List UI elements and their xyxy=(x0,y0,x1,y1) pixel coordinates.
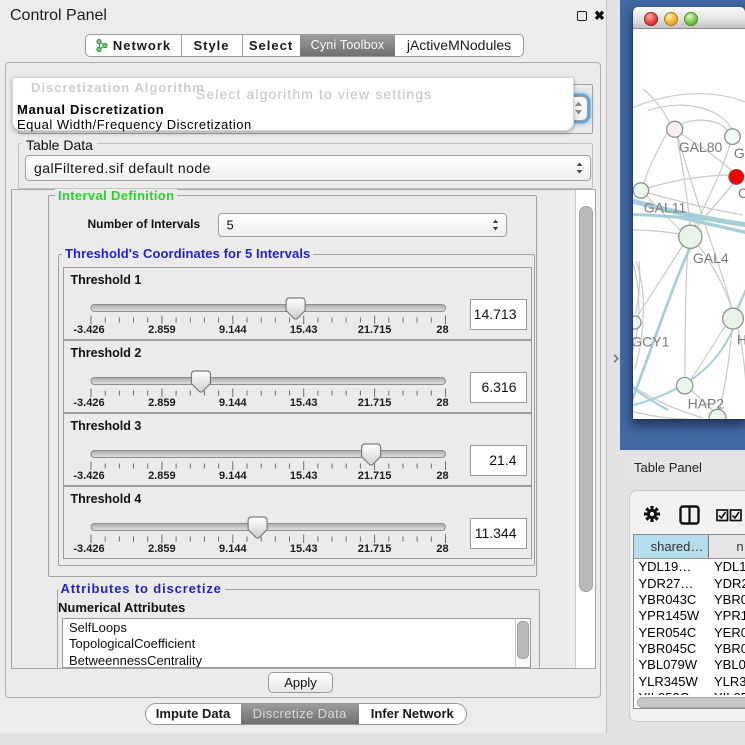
svg-text:9.144: 9.144 xyxy=(219,470,247,482)
svg-text:2.859: 2.859 xyxy=(148,470,176,482)
svg-text:21.715: 21.715 xyxy=(357,543,391,555)
svg-text:GAL80: GAL80 xyxy=(679,139,723,155)
svg-text:28: 28 xyxy=(436,324,448,336)
svg-text:2.859: 2.859 xyxy=(148,397,176,409)
svg-text:-3.426: -3.426 xyxy=(73,543,104,555)
svg-text:CD: CD xyxy=(738,185,745,201)
svg-text:15.43: 15.43 xyxy=(289,543,317,555)
svg-text:15.43: 15.43 xyxy=(289,397,317,409)
svg-text:GAL11: GAL11 xyxy=(644,200,687,216)
svg-text:15.43: 15.43 xyxy=(289,470,317,482)
svg-text:21.715: 21.715 xyxy=(357,397,391,409)
svg-text:9.144: 9.144 xyxy=(219,397,247,409)
svg-text:GCY1: GCY1 xyxy=(633,334,670,350)
svg-text:-3.426: -3.426 xyxy=(73,470,104,482)
svg-text:HIS: HIS xyxy=(737,332,745,348)
svg-text:GAL4: GAL4 xyxy=(693,250,729,266)
svg-text:28: 28 xyxy=(436,397,448,409)
svg-text:9.144: 9.144 xyxy=(219,324,247,336)
svg-text:HAP2: HAP2 xyxy=(688,396,725,412)
svg-text:28: 28 xyxy=(436,470,448,482)
svg-text:2.859: 2.859 xyxy=(148,324,176,336)
svg-text:15.43: 15.43 xyxy=(289,324,317,336)
svg-text:21.715: 21.715 xyxy=(357,470,391,482)
svg-text:GAL3: GAL3 xyxy=(734,145,745,161)
svg-text:-3.426: -3.426 xyxy=(73,324,104,336)
svg-text:-3.426: -3.426 xyxy=(73,397,104,409)
svg-text:21.715: 21.715 xyxy=(357,324,391,336)
svg-text:28: 28 xyxy=(436,543,448,555)
svg-text:9.144: 9.144 xyxy=(219,543,247,555)
svg-text:2.859: 2.859 xyxy=(148,543,176,555)
